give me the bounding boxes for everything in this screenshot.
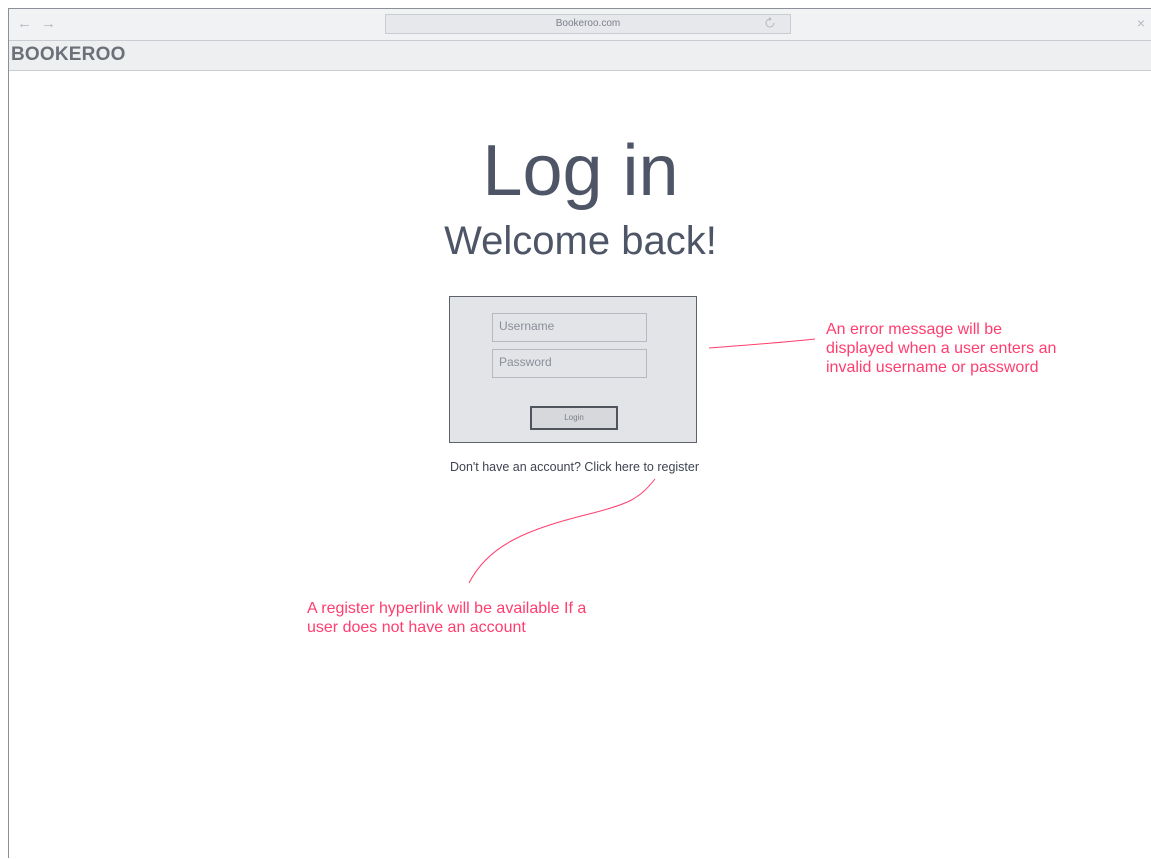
page-title: Log in [482,131,679,211]
arrow-right-icon[interactable]: → [41,15,56,33]
reload-icon[interactable] [764,17,776,29]
password-input[interactable]: Password [492,349,647,378]
register-link[interactable]: Don't have an account? Click here to reg… [450,460,699,474]
error-annotation-line [708,338,816,349]
username-input[interactable]: Username [492,313,647,342]
url-text: Bookeroo.com [555,18,621,29]
error-annotation: An error message will be displayed when … [826,321,1057,376]
login-button[interactable]: Login [530,406,618,430]
arrow-left-icon[interactable]: ← [17,15,32,33]
register-annotation: A register hyperlink will be available I… [307,600,587,636]
page-subtitle: Welcome back! [444,219,717,263]
browser-toolbar: ← → Bookeroo.com × [9,9,1151,41]
brand-logo[interactable]: BOOKEROO [11,44,126,66]
address-bar[interactable]: Bookeroo.com [385,14,791,34]
login-form: Username Password Login [449,296,697,443]
app-header: BOOKEROO [9,41,1151,71]
register-prompt: Don't have an account? Click here to reg… [9,460,1140,474]
close-icon[interactable]: × [1137,14,1145,32]
register-annotation-line [468,478,656,584]
browser-window: ← → Bookeroo.com × BOOKEROO Log in Welco… [8,8,1151,858]
